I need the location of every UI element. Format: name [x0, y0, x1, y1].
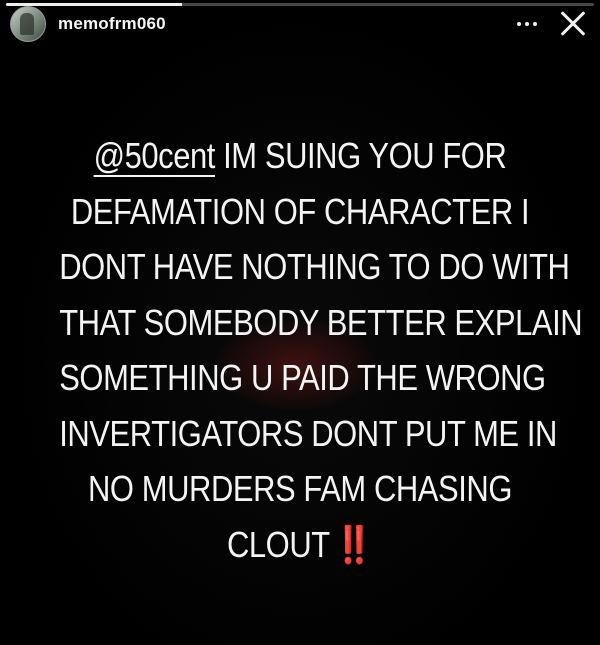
caption-line: NO MURDERS FAM CHASING	[87, 468, 513, 509]
caption-line-text: CLOUT	[226, 523, 330, 565]
caption-line: INVERTIGATORS DONT PUT ME IN	[59, 412, 557, 454]
caption-line: THAT SOMEBODY BETTER EXPLAIN	[59, 301, 583, 343]
caption-line: DONT HAVE NOTHING TO DO WITH	[59, 246, 570, 287]
profile-avatar[interactable]	[10, 6, 46, 42]
caption-line: SOMETHING U PAID THE WRONG	[59, 357, 546, 398]
story-caption: @50cent IM SUING YOU FOR DEFAMATION OF C…	[59, 128, 583, 573]
story-viewer[interactable]: memofrm060 @50cent IM SUING YOU FOR DEFA…	[0, 0, 600, 645]
more-horizontal-icon	[517, 22, 521, 26]
more-options-button[interactable]	[510, 9, 544, 39]
caption-line: DEFAMATION OF CHARACTER I	[70, 190, 530, 232]
username-label[interactable]: memofrm060	[58, 14, 166, 34]
caption-line-text: IM SUING YOU FOR	[214, 135, 507, 176]
mention-link[interactable]: @50cent	[94, 135, 216, 176]
close-icon[interactable]	[556, 7, 590, 41]
double-exclamation-icon: ‼️	[334, 523, 374, 565]
caption-line: @50cent IM SUING YOU FOR	[59, 128, 541, 184]
caption-line: CLOUT ‼️	[59, 517, 541, 573]
story-header: memofrm060	[10, 6, 590, 42]
